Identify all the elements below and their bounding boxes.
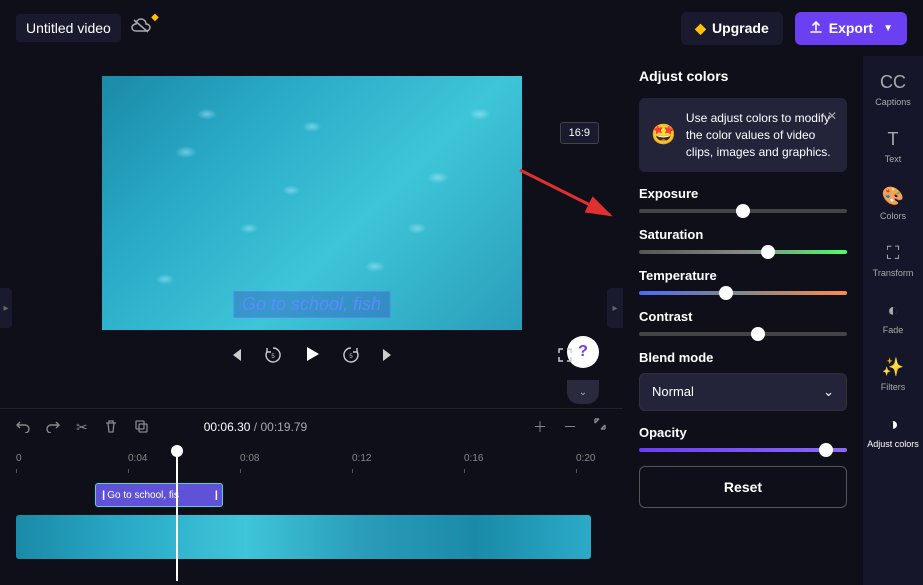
diamond-icon: ◆ [151,12,159,23]
sidebar-item-text[interactable]: T Text [885,129,902,164]
upgrade-label: Upgrade [712,20,769,36]
duplicate-button[interactable] [134,419,148,436]
opacity-label: Opacity [639,425,847,440]
saturation-label: Saturation [639,227,847,242]
ruler-tick: 0:04 [128,453,147,464]
diamond-icon: ◆ [695,20,706,37]
cloud-sync-off-icon[interactable]: ◆ [131,18,151,39]
clip-label: Go to school, fis [107,490,179,501]
info-text: Use adjust colors to modify the color va… [686,110,835,160]
sidebar-item-captions[interactable]: CC Captions [875,72,911,107]
ruler-tick: 0:16 [464,453,483,464]
export-label: Export [829,20,873,36]
exposure-label: Exposure [639,186,847,201]
sidebar-item-adjust-colors[interactable]: ◑ Adjust colors [867,414,919,449]
export-button[interactable]: Export ▼ [795,12,907,45]
caption-overlay[interactable]: Go to school, fish [233,291,390,318]
zoom-out-button[interactable]: － [563,417,577,437]
close-icon[interactable]: ✕ [827,108,837,125]
playhead[interactable] [176,451,178,581]
text-icon: T [887,129,898,150]
colors-icon: 🎨 [882,186,904,207]
transform-icon: ⛶ [887,243,900,264]
temperature-slider[interactable] [639,291,847,295]
forward-5s-button[interactable]: 5 [342,346,360,369]
sidebar-label: Captions [875,97,911,107]
blend-mode-label: Blend mode [639,350,847,365]
temperature-label: Temperature [639,268,847,283]
redo-button[interactable] [46,419,60,436]
timeline-ruler[interactable]: 0 0:04 0:08 0:12 0:16 0:20 [16,453,607,473]
panel-title: Adjust colors [639,68,847,84]
chevron-down-icon: ▼ [883,23,893,34]
aspect-ratio-badge[interactable]: 16:9 [560,122,599,144]
fit-button[interactable] [593,417,607,437]
ruler-tick: 0:08 [240,453,259,464]
fullscreen-button[interactable] [557,347,573,368]
time-display: 00:06.30 / 00:19.79 [204,420,307,434]
caption-clip[interactable]: || Go to school, fis || [95,483,223,507]
upgrade-button[interactable]: ◆ Upgrade [681,12,783,45]
emoji-icon: 🤩 [651,121,676,149]
upload-icon [809,20,823,37]
contrast-slider[interactable] [639,332,847,336]
contrast-label: Contrast [639,309,847,324]
delete-button[interactable] [104,419,118,436]
ruler-tick: 0 [16,453,22,464]
exposure-slider[interactable] [639,209,847,213]
filters-icon: ✨ [882,357,904,378]
video-preview[interactable]: Go to school, fish [102,76,522,330]
cut-button[interactable]: ✂ [76,419,88,436]
sidebar-label: Text [885,154,902,164]
chevron-down-icon: ⌄ [823,384,834,400]
skip-forward-button[interactable] [380,347,396,368]
adjust-colors-icon: ◑ [888,414,899,435]
clip-handle-right[interactable]: || [215,490,216,501]
skip-back-button[interactable] [228,347,244,368]
ruler-tick: 0:20 [576,453,595,464]
reset-button[interactable]: Reset [639,466,847,508]
clip-handle-left[interactable]: || [102,490,103,501]
svg-text:5: 5 [271,354,275,360]
saturation-slider[interactable] [639,250,847,254]
info-box: 🤩 Use adjust colors to modify the color … [639,98,847,172]
captions-icon: CC [880,72,906,93]
sidebar-label: Adjust colors [867,439,919,449]
svg-text:5: 5 [349,354,353,360]
blend-mode-select[interactable]: Normal ⌄ [639,373,847,411]
sidebar-label: Transform [873,268,914,278]
sidebar-label: Fade [883,325,904,335]
rewind-5s-button[interactable]: 5 [264,346,282,369]
video-clip[interactable] [16,515,591,559]
opacity-slider[interactable] [639,448,847,452]
project-title[interactable]: Untitled video [16,14,121,42]
undo-button[interactable] [16,419,30,436]
timeline[interactable]: 0 0:04 0:08 0:12 0:16 0:20 || Go to school, f… [0,445,623,585]
sidebar-item-colors[interactable]: 🎨 Colors [880,186,906,221]
sidebar-item-fade[interactable]: ◐ Fade [883,300,904,335]
zoom-in-button[interactable]: ＋ [533,417,547,437]
sidebar-label: Colors [880,211,906,221]
blend-mode-value: Normal [652,384,694,400]
fade-icon: ◐ [888,300,899,321]
sidebar-item-filters[interactable]: ✨ Filters [881,357,906,392]
sidebar-label: Filters [881,382,906,392]
expand-right-handle[interactable]: ▸ [607,288,623,328]
sidebar-item-transform[interactable]: ⛶ Transform [873,243,914,278]
expand-left-handle[interactable]: ▸ [0,288,12,328]
play-button[interactable] [302,344,322,370]
ruler-tick: 0:12 [352,453,371,464]
